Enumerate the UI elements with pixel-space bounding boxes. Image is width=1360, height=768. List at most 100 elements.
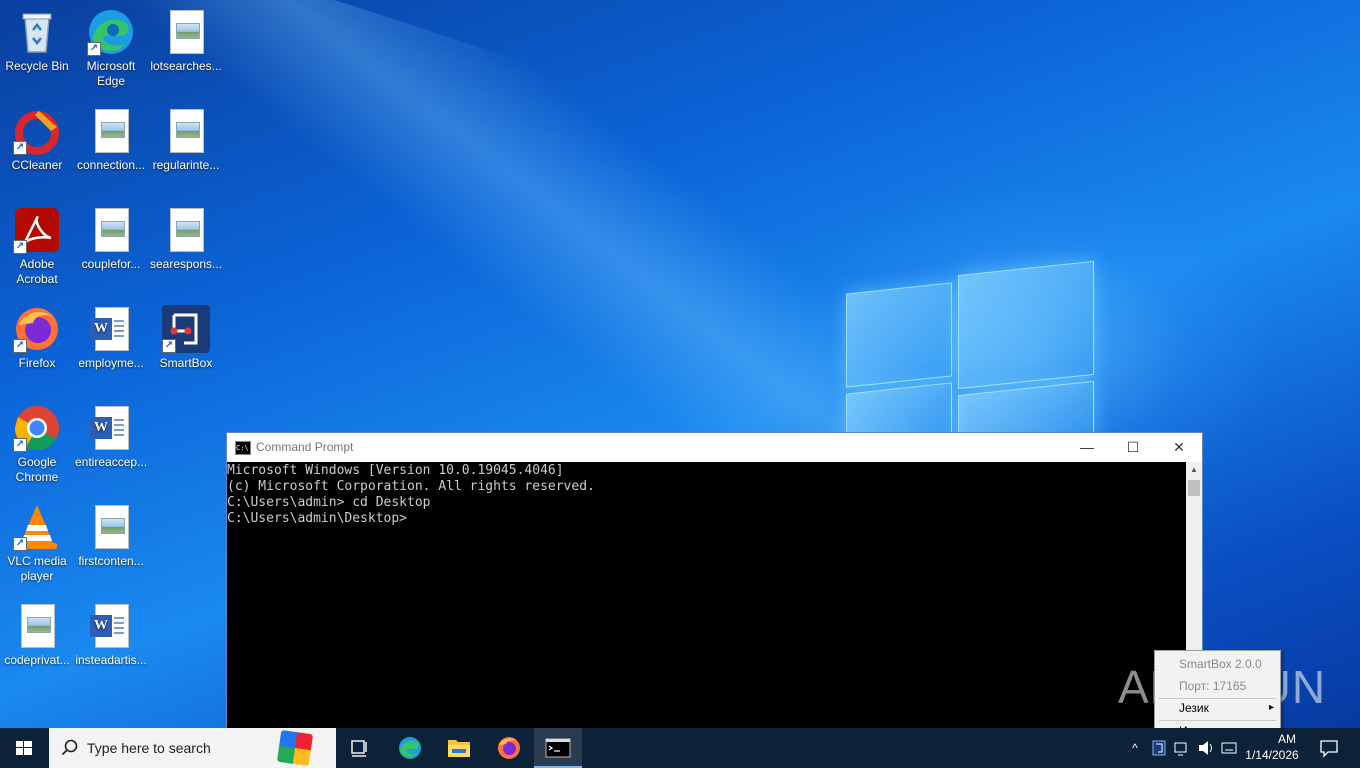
show-hidden-icons-button[interactable]: ^	[1124, 728, 1146, 768]
console-line: Microsoft Windows [Version 10.0.19045.40…	[227, 463, 564, 478]
scroll-up-arrow-icon[interactable]: ▲	[1186, 462, 1202, 478]
clock-date: 1/14/2026	[1245, 748, 1299, 762]
desktop-icon-label: Firefox	[18, 356, 56, 370]
console-icon: C:\	[235, 441, 251, 455]
firefox-icon: ↗	[13, 305, 61, 353]
taskbar-search-box[interactable]: Type here to search	[49, 728, 336, 768]
word-document-icon: W	[87, 404, 135, 452]
adobe-acrobat-icon: ↗	[13, 206, 61, 254]
desktop-icon-label: Google Chrome	[15, 455, 59, 484]
smartbox-icon: ↗	[162, 305, 210, 353]
taskbar-cmd-button[interactable]	[534, 728, 582, 768]
firefox-icon	[498, 737, 520, 759]
desktop-icon-label: couplefor...	[81, 257, 141, 271]
taskbar-file-explorer-button[interactable]	[435, 728, 483, 768]
close-button[interactable]: ✕	[1156, 433, 1202, 462]
start-button[interactable]	[0, 728, 48, 768]
desktop-icon-searespons[interactable]: searespons...	[149, 200, 223, 296]
edge-icon	[399, 737, 421, 759]
desktop-icon-vlc[interactable]: ↗ VLC media player	[0, 497, 74, 593]
folder-icon	[448, 740, 470, 757]
maximize-button[interactable]: ☐	[1110, 433, 1156, 462]
console-line: C:\Users\admin> cd Desktop	[227, 495, 431, 510]
image-file-icon	[87, 107, 135, 155]
desktop-icon-couplefor[interactable]: couplefor...	[74, 200, 148, 296]
desktop-icon-lotsearches[interactable]: lotsearches...	[149, 2, 223, 98]
desktop-icon-label: entireaccep...	[75, 455, 148, 469]
desktop-icon-label: employme...	[78, 356, 144, 370]
desktop-icon-codeprivat[interactable]: codeprivat...	[0, 596, 74, 692]
image-file-icon	[87, 503, 135, 551]
chrome-icon: ↗	[13, 404, 61, 452]
task-view-icon	[351, 740, 367, 757]
image-file-icon	[87, 206, 135, 254]
desktop-icon-smartbox[interactable]: ↗ SmartBox	[149, 299, 223, 395]
desktop-icon-label: CCleaner	[11, 158, 63, 172]
console-output[interactable]: Microsoft Windows [Version 10.0.19045.40…	[227, 462, 1187, 731]
windows-start-icon	[16, 741, 32, 755]
search-icon	[61, 739, 78, 756]
search-highlight-image	[276, 729, 314, 767]
menu-item-port: Порт: 17165	[1179, 679, 1247, 693]
clock-time: AM	[1278, 732, 1296, 746]
keyboard-layout-icon[interactable]	[1220, 728, 1240, 768]
vlc-icon: ↗	[13, 503, 61, 551]
menu-item-version: SmartBox 2.0.0	[1179, 657, 1262, 671]
console-line: (c) Microsoft Corporation. All rights re…	[227, 479, 595, 494]
desktop-icon-ccleaner[interactable]: ↗ CCleaner	[0, 101, 74, 197]
desktop-icon-label: lotsearches...	[150, 59, 222, 73]
desktop-icon-label: Adobe Acrobat	[16, 257, 58, 286]
desktop: Recycle Bin ↗ CCleaner ↗ Adobe Acrobat ↗…	[0, 0, 1360, 768]
desktop-icon-connection[interactable]: connection...	[74, 101, 148, 197]
word-document-icon: W	[87, 602, 135, 650]
task-view-button[interactable]	[336, 728, 384, 768]
taskbar: Type here to search ^ AM 1/14/2026	[0, 728, 1360, 768]
command-prompt-icon	[545, 738, 571, 758]
desktop-icon-microsoft-edge[interactable]: ↗ Microsoft Edge	[74, 2, 148, 98]
console-prompt-line: C:\Users\admin\Desktop>	[227, 511, 408, 526]
notification-icon	[1320, 740, 1338, 758]
image-file-icon	[13, 602, 61, 650]
desktop-icon-label: VLC media player	[7, 554, 67, 583]
desktop-icon-entireaccep[interactable]: W entireaccep...	[74, 398, 148, 494]
minimize-button[interactable]: —	[1064, 433, 1110, 462]
desktop-icon-label: SmartBox	[159, 356, 213, 370]
image-file-icon	[162, 206, 210, 254]
desktop-icon-insteadartis[interactable]: W insteadartis...	[74, 596, 148, 692]
wallpaper-windows-logo	[846, 258, 1094, 458]
desktop-icon-label: insteadartis...	[75, 653, 147, 667]
desktop-icon-regularinte[interactable]: regularinte...	[149, 101, 223, 197]
ccleaner-icon: ↗	[13, 107, 61, 155]
image-file-icon	[162, 107, 210, 155]
command-prompt-window[interactable]: C:\ Command Prompt — ☐ ✕ Microsoft Windo…	[226, 432, 1203, 732]
edge-icon: ↗	[87, 8, 135, 56]
desktop-icon-label: searespons...	[150, 257, 223, 271]
window-title: Command Prompt	[256, 440, 354, 454]
image-file-icon	[162, 8, 210, 56]
notification-center-button[interactable]	[1312, 728, 1346, 768]
desktop-icon-adobe-acrobat[interactable]: ↗ Adobe Acrobat	[0, 200, 74, 296]
menu-item-language[interactable]: Језик	[1155, 697, 1280, 719]
desktop-icon-firstconten[interactable]: firstconten...	[74, 497, 148, 593]
desktop-icon-recycle-bin[interactable]: Recycle Bin	[0, 2, 74, 98]
recycle-bin-icon	[13, 8, 61, 56]
window-title-bar[interactable]: C:\ Command Prompt — ☐ ✕	[227, 433, 1202, 462]
desktop-icon-firefox[interactable]: ↗ Firefox	[0, 299, 74, 395]
network-icon[interactable]	[1172, 728, 1192, 768]
desktop-icon-employme[interactable]: W employme...	[74, 299, 148, 395]
word-document-icon: W	[87, 305, 135, 353]
scroll-thumb[interactable]	[1188, 480, 1200, 496]
desktop-icon-label: Recycle Bin	[5, 59, 69, 73]
desktop-icon-google-chrome[interactable]: ↗ Google Chrome	[0, 398, 74, 494]
smartbox-tray-icon[interactable]	[1150, 728, 1168, 768]
taskbar-clock[interactable]: AM 1/14/2026	[1240, 731, 1304, 763]
desktop-icon-label: Microsoft Edge	[86, 59, 136, 88]
desktop-icon-label: regularinte...	[152, 158, 220, 172]
desktop-icon-label: firstconten...	[78, 554, 144, 568]
search-placeholder: Type here to search	[87, 740, 211, 756]
volume-icon[interactable]	[1196, 728, 1218, 768]
taskbar-edge-button[interactable]	[386, 728, 434, 768]
desktop-icon-label: connection...	[76, 158, 146, 172]
taskbar-firefox-button[interactable]	[485, 728, 533, 768]
desktop-icon-label: codeprivat...	[4, 653, 70, 667]
